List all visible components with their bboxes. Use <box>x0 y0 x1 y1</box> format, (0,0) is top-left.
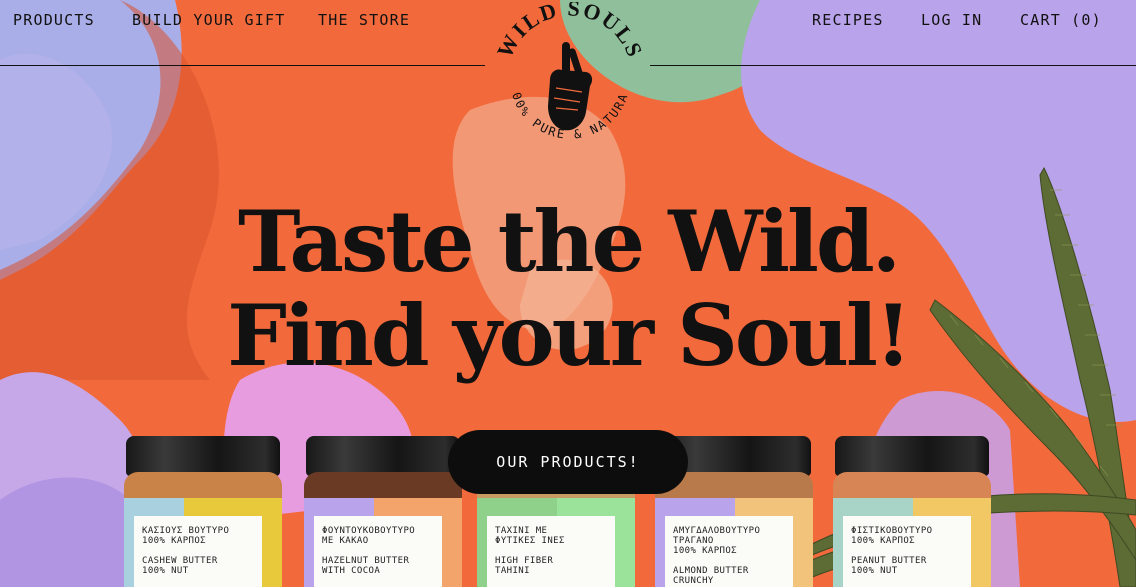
jar-greek-line-2: 100% ΚΑΡΠΟΣ <box>851 536 916 546</box>
hero-line-2: Find your Soul! <box>227 286 912 385</box>
our-products-button[interactable]: OUR PRODUCTS! <box>448 430 688 494</box>
nav-log-in[interactable]: LOG IN <box>921 11 982 29</box>
jar-english-line-1: HIGH FIBER <box>495 556 554 566</box>
wild-souls-logo[interactable]: WILD SOULS 100% PURE & NATURAL <box>485 0 650 177</box>
jar-english-line-1: PEANUT BUTTER <box>851 556 927 566</box>
jar-greek-line-1: ΦΟΥΝΤΟΥΚΟΒΟΥΤΥΡΟ <box>322 526 416 536</box>
jar-english-line-1: ALMOND BUTTER <box>673 566 749 576</box>
jar-greek-line-2: 100% ΚΑΡΠΟΣ <box>142 536 207 546</box>
jar-lid <box>835 436 989 476</box>
jar-english-line-2: CRUNCHY <box>673 576 714 586</box>
product-jar-peanut[interactable]: ΦΙΣΤΙΚΟΒΟΥΤΥΡΟ 100% ΚΑΡΠΟΣ PEANUT BUTTER… <box>833 436 991 587</box>
jar-lid <box>126 436 280 476</box>
product-jar-cashew[interactable]: ΚΑΣΙΟΥΣ ΒΟΥΤΥΡΟ 100% ΚΑΡΠΟΣ CASHEW BUTTE… <box>124 436 282 587</box>
jar-greek-line-2: ΦΥΤΙΚΕΣ ΙΝΕΣ <box>495 536 565 546</box>
jar-greek-line-1: ΚΑΣΙΟΥΣ ΒΟΥΤΥΡΟ <box>142 526 230 536</box>
jar-english-line-1: HAZELNUT BUTTER <box>322 556 410 566</box>
nav-products[interactable]: PRODUCTS <box>13 11 95 29</box>
crossed-fingers-icon <box>548 42 593 131</box>
jar-greek-line-3: 100% ΚΑΡΠΟΣ <box>673 546 738 556</box>
jar-label: ΚΑΣΙΟΥΣ ΒΟΥΤΥΡΟ 100% ΚΑΡΠΟΣ CASHEW BUTTE… <box>124 498 282 587</box>
jar-label: ΤΑΧΙΝΙ ΜΕ ΦΥΤΙΚΕΣ ΙΝΕΣ HIGH FIBER TAHINI <box>477 498 635 587</box>
nav-build-your-gift[interactable]: BUILD YOUR GIFT <box>132 11 285 29</box>
jar-greek-line-2: ΤΡΑΓΑΝΟ <box>673 536 714 546</box>
jar-greek-line-2: ΜΕ ΚΑΚΑΟ <box>322 536 369 546</box>
jar-label: ΦΟΥΝΤΟΥΚΟΒΟΥΤΥΡΟ ΜΕ ΚΑΚΑΟ HAZELNUT BUTTE… <box>304 498 462 587</box>
nav-recipes[interactable]: RECIPES <box>812 11 884 29</box>
jar-english-line-2: 100% NUT <box>851 566 898 576</box>
jar-english-line-2: TAHINI <box>495 566 530 576</box>
nav-divider-right <box>650 65 1136 66</box>
nav-divider-left <box>0 65 485 66</box>
jar-english-line-2: WITH COCOA <box>322 566 381 576</box>
jar-lid <box>306 436 460 476</box>
nav-cart[interactable]: CART (0) <box>1020 11 1102 29</box>
jar-greek-line-1: ΦΙΣΤΙΚΟΒΟΥΤΥΡΟ <box>851 526 933 536</box>
jar-greek-line-1: ΑΜΥΓΔΑΛΟΒΟΥΤΥΡΟ <box>673 526 761 536</box>
jar-label: ΦΙΣΤΙΚΟΒΟΥΤΥΡΟ 100% ΚΑΡΠΟΣ PEANUT BUTTER… <box>833 498 991 587</box>
nav-the-store[interactable]: THE STORE <box>318 11 410 29</box>
jar-english-line-1: CASHEW BUTTER <box>142 556 218 566</box>
jar-english-line-2: 100% NUT <box>142 566 189 576</box>
hero-line-1: Taste the Wild. <box>238 192 901 291</box>
product-jar-hazelnut[interactable]: ΦΟΥΝΤΟΥΚΟΒΟΥΤΥΡΟ ΜΕ ΚΑΚΑΟ HAZELNUT BUTTE… <box>304 436 462 587</box>
hero-headline: Taste the Wild. Find your Soul! <box>0 195 1136 383</box>
jar-label: ΑΜΥΓΔΑΛΟΒΟΥΤΥΡΟ ΤΡΑΓΑΝΟ 100% ΚΑΡΠΟΣ ALMO… <box>655 498 813 587</box>
logo-mark: WILD SOULS 100% PURE & NATURAL <box>485 0 646 142</box>
jar-greek-line-1: ΤΑΧΙΝΙ ΜΕ <box>495 526 548 536</box>
